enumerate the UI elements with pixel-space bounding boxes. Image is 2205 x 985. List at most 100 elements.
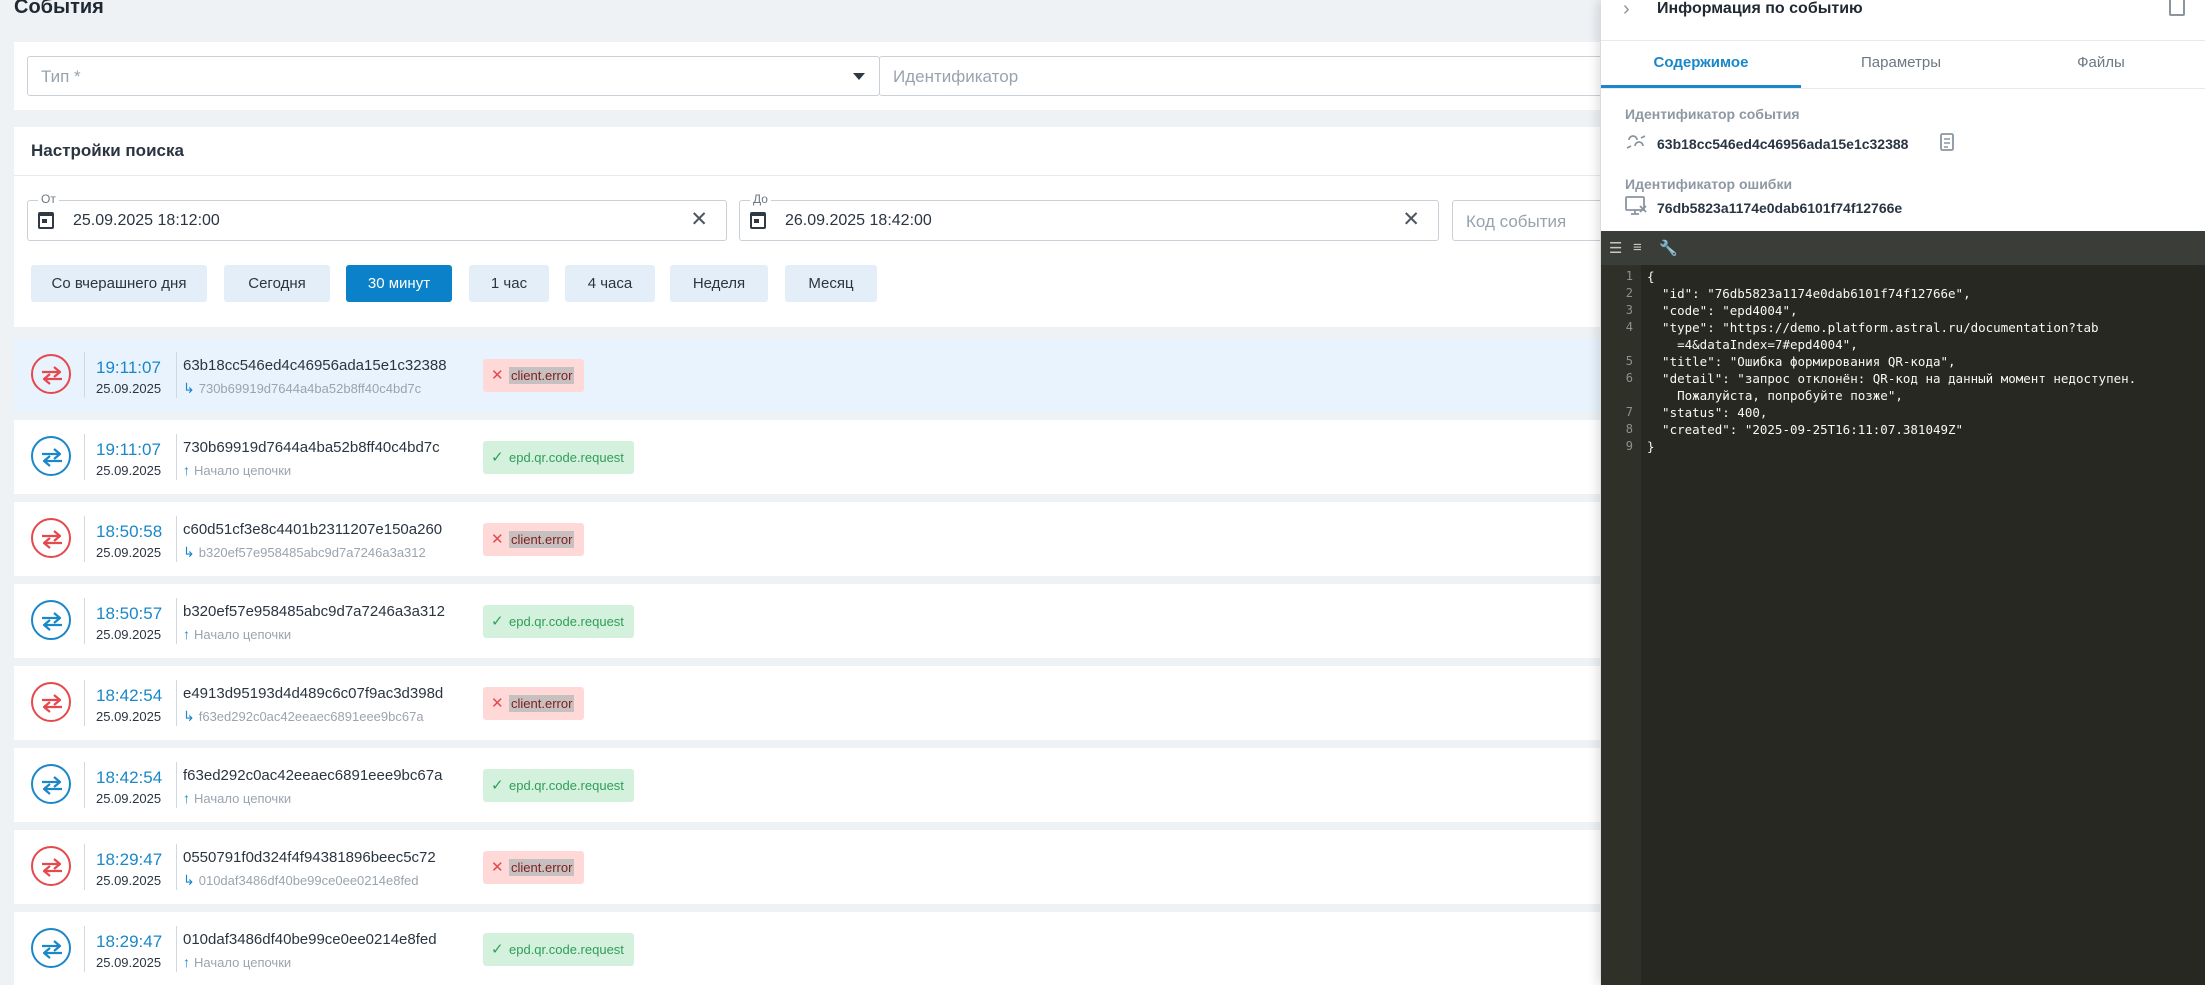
event-id: 010daf3486df40be99ce0ee0214e8fed bbox=[183, 931, 437, 948]
tab-parameters[interactable]: Параметры bbox=[1801, 54, 2001, 71]
tab-content[interactable]: Содержимое bbox=[1601, 54, 1801, 71]
event-row[interactable]: 18:29:47 25.09.2025 0550791f0d324f4f943818… bbox=[14, 830, 1600, 904]
line-number: 3 bbox=[1625, 303, 1633, 317]
calendar-icon[interactable] bbox=[38, 212, 54, 229]
chevron-down-icon[interactable] bbox=[853, 73, 865, 80]
event-type-label: client.error bbox=[509, 695, 575, 712]
exchange-icon bbox=[31, 354, 71, 394]
line-number: 6 bbox=[1625, 371, 1633, 385]
event-type-badge: ✓ epd.qr.code.request bbox=[483, 933, 634, 966]
wrench-icon[interactable]: 🔧 bbox=[1659, 239, 1678, 257]
event-id: c60d51cf3e8c4401b2311207e150a260 bbox=[183, 521, 443, 538]
code-line: "type": "https://demo.platform.astral.ru… bbox=[1647, 320, 2099, 335]
event-code-input[interactable]: Код события bbox=[1452, 200, 1600, 241]
copy-icon[interactable] bbox=[1939, 133, 1957, 153]
event-date: 25.09.2025 bbox=[96, 791, 162, 806]
date-to-field[interactable]: До 26.09.2025 18:42:00 ✕ bbox=[739, 192, 1439, 241]
document-icon[interactable] bbox=[2169, 0, 2185, 16]
code-line: "id": "76db5823a1174e0dab6101f74f12766e"… bbox=[1647, 286, 1971, 301]
exchange-icon bbox=[31, 846, 71, 886]
event-time: 18:29:47 bbox=[96, 932, 163, 951]
event-parent-text: f63ed292c0ac42eeaec6891eee9bc67a bbox=[198, 709, 424, 724]
line-numbers: 1 2 3 4 5 6 7 8 9 bbox=[1601, 265, 1641, 985]
quick-range-yesterday-button[interactable]: Со вчерашнего дня bbox=[31, 265, 207, 302]
divider bbox=[176, 352, 177, 398]
cross-icon: ✕ bbox=[491, 531, 504, 548]
divider bbox=[84, 352, 85, 398]
divider bbox=[176, 844, 177, 890]
divider bbox=[84, 762, 85, 808]
event-date: 25.09.2025 bbox=[96, 463, 162, 478]
event-id: 63b18cc546ed4c46956ada15e1c32388 bbox=[183, 357, 447, 374]
event-id-value: 63b18cc546ed4c46956ada15e1c32388 bbox=[1657, 136, 1909, 152]
type-select-placeholder: Тип * bbox=[41, 67, 81, 86]
event-date: 25.09.2025 bbox=[96, 955, 162, 970]
exchange-icon bbox=[31, 928, 71, 968]
error-id-value: 76db5823a1174e0dab6101f74f12766e bbox=[1657, 200, 1903, 216]
code-line: } bbox=[1647, 439, 1655, 454]
calendar-icon[interactable] bbox=[750, 212, 766, 229]
date-from-value[interactable]: 25.09.2025 18:12:00 bbox=[73, 212, 220, 230]
divider bbox=[176, 598, 177, 644]
event-parent: ↑ Начало цепочки bbox=[183, 954, 291, 970]
event-row[interactable]: 19:11:07 25.09.2025 730b69919d7644a4ba52b8… bbox=[14, 420, 1600, 494]
identifier-input[interactable]: Идентификатор bbox=[879, 56, 1600, 96]
compact-icon[interactable]: ≡ bbox=[1633, 239, 1642, 256]
event-row[interactable]: 18:42:54 25.09.2025 e4913d95193d4d489c6c07… bbox=[14, 666, 1600, 740]
event-time: 18:42:54 bbox=[96, 686, 163, 705]
exchange-icon bbox=[31, 764, 71, 804]
tab-files[interactable]: Файлы bbox=[2001, 54, 2201, 71]
quick-range-today-button[interactable]: Сегодня bbox=[224, 265, 330, 302]
divider bbox=[84, 680, 85, 726]
event-parent: ↳ b320ef57e958485abc9d7a7246a3a312 bbox=[183, 544, 426, 561]
event-time: 18:29:47 bbox=[96, 850, 163, 869]
type-select[interactable]: Тип * bbox=[27, 56, 880, 96]
clear-icon[interactable]: ✕ bbox=[1402, 209, 1420, 230]
search-settings-card: Настройки поиска От 25.09.2025 18:12:00 … bbox=[14, 127, 1600, 327]
format-icon[interactable]: ☰ bbox=[1609, 239, 1622, 257]
event-parent: ↳ f63ed292c0ac42eeaec6891eee9bc67a bbox=[183, 708, 424, 725]
date-to-label: До bbox=[750, 192, 771, 206]
quick-range-week-button[interactable]: Неделя bbox=[670, 265, 768, 302]
event-row[interactable]: 18:50:57 25.09.2025 b320ef57e958485abc9d7a… bbox=[14, 584, 1600, 658]
panel-title: Информация по событию bbox=[1657, 0, 1863, 17]
exchange-icon bbox=[31, 600, 71, 640]
panel-header: › Информация по событию bbox=[1601, 0, 2205, 40]
code-line: "created": "2025-09-25T16:11:07.381049Z" bbox=[1647, 422, 1964, 437]
quick-range-1h-button[interactable]: 1 час bbox=[469, 265, 549, 302]
check-icon: ✓ bbox=[491, 941, 504, 958]
divider bbox=[1601, 40, 2205, 41]
divider bbox=[84, 516, 85, 562]
event-type-label: epd.qr.code.request bbox=[509, 942, 624, 957]
line-number: 2 bbox=[1625, 286, 1633, 300]
event-row[interactable]: 18:50:58 25.09.2025 c60d51cf3e8c4401b23112… bbox=[14, 502, 1600, 576]
event-row[interactable]: 19:11:07 25.09.2025 63b18cc546ed4c46956ada… bbox=[14, 338, 1600, 412]
error-id-label: Идентификатор ошибки bbox=[1625, 176, 1793, 192]
event-parent-text: b320ef57e958485abc9d7a7246a3a312 bbox=[198, 545, 426, 560]
check-icon: ✓ bbox=[491, 613, 504, 630]
date-from-field[interactable]: От 25.09.2025 18:12:00 ✕ bbox=[27, 192, 727, 241]
chevron-right-icon[interactable]: › bbox=[1623, 0, 1630, 21]
date-to-value[interactable]: 26.09.2025 18:42:00 bbox=[785, 212, 932, 230]
filter-card: Тип * Идентификатор bbox=[14, 42, 1600, 110]
clear-icon[interactable]: ✕ bbox=[690, 209, 708, 230]
quick-range-month-button[interactable]: Месяц bbox=[785, 265, 877, 302]
line-number: 4 bbox=[1625, 320, 1633, 334]
divider bbox=[176, 926, 177, 972]
event-type-badge: ✓ epd.qr.code.request bbox=[483, 605, 634, 638]
line-number: 9 bbox=[1625, 439, 1633, 453]
json-editor[interactable]: ☰ ≡ 🔧 1 2 3 4 5 6 7 8 9 { "id": "76db5823a1174e0… bbox=[1601, 231, 2205, 985]
divider bbox=[14, 175, 1600, 176]
event-parent-text: 730b69919d7644a4ba52b8ff40c4bd7c bbox=[198, 381, 422, 396]
quick-range-4h-button[interactable]: 4 часа bbox=[565, 265, 655, 302]
divider bbox=[84, 434, 85, 480]
cross-icon: ✕ bbox=[491, 859, 504, 876]
event-parent: ↑ Начало цепочки bbox=[183, 626, 291, 642]
event-info-panel: › Информация по событию Содержимое Парам… bbox=[1601, 0, 2205, 985]
event-row[interactable]: 18:42:54 25.09.2025 f63ed292c0ac42eeaec689… bbox=[14, 748, 1600, 822]
event-row[interactable]: 18:29:47 25.09.2025 010daf3486df40be99ce0e… bbox=[14, 912, 1600, 985]
exchange-icon bbox=[31, 682, 71, 722]
divider bbox=[176, 680, 177, 726]
up-arrow-icon: ↑ bbox=[183, 954, 190, 970]
quick-range-30min-button[interactable]: 30 минут bbox=[346, 265, 452, 302]
